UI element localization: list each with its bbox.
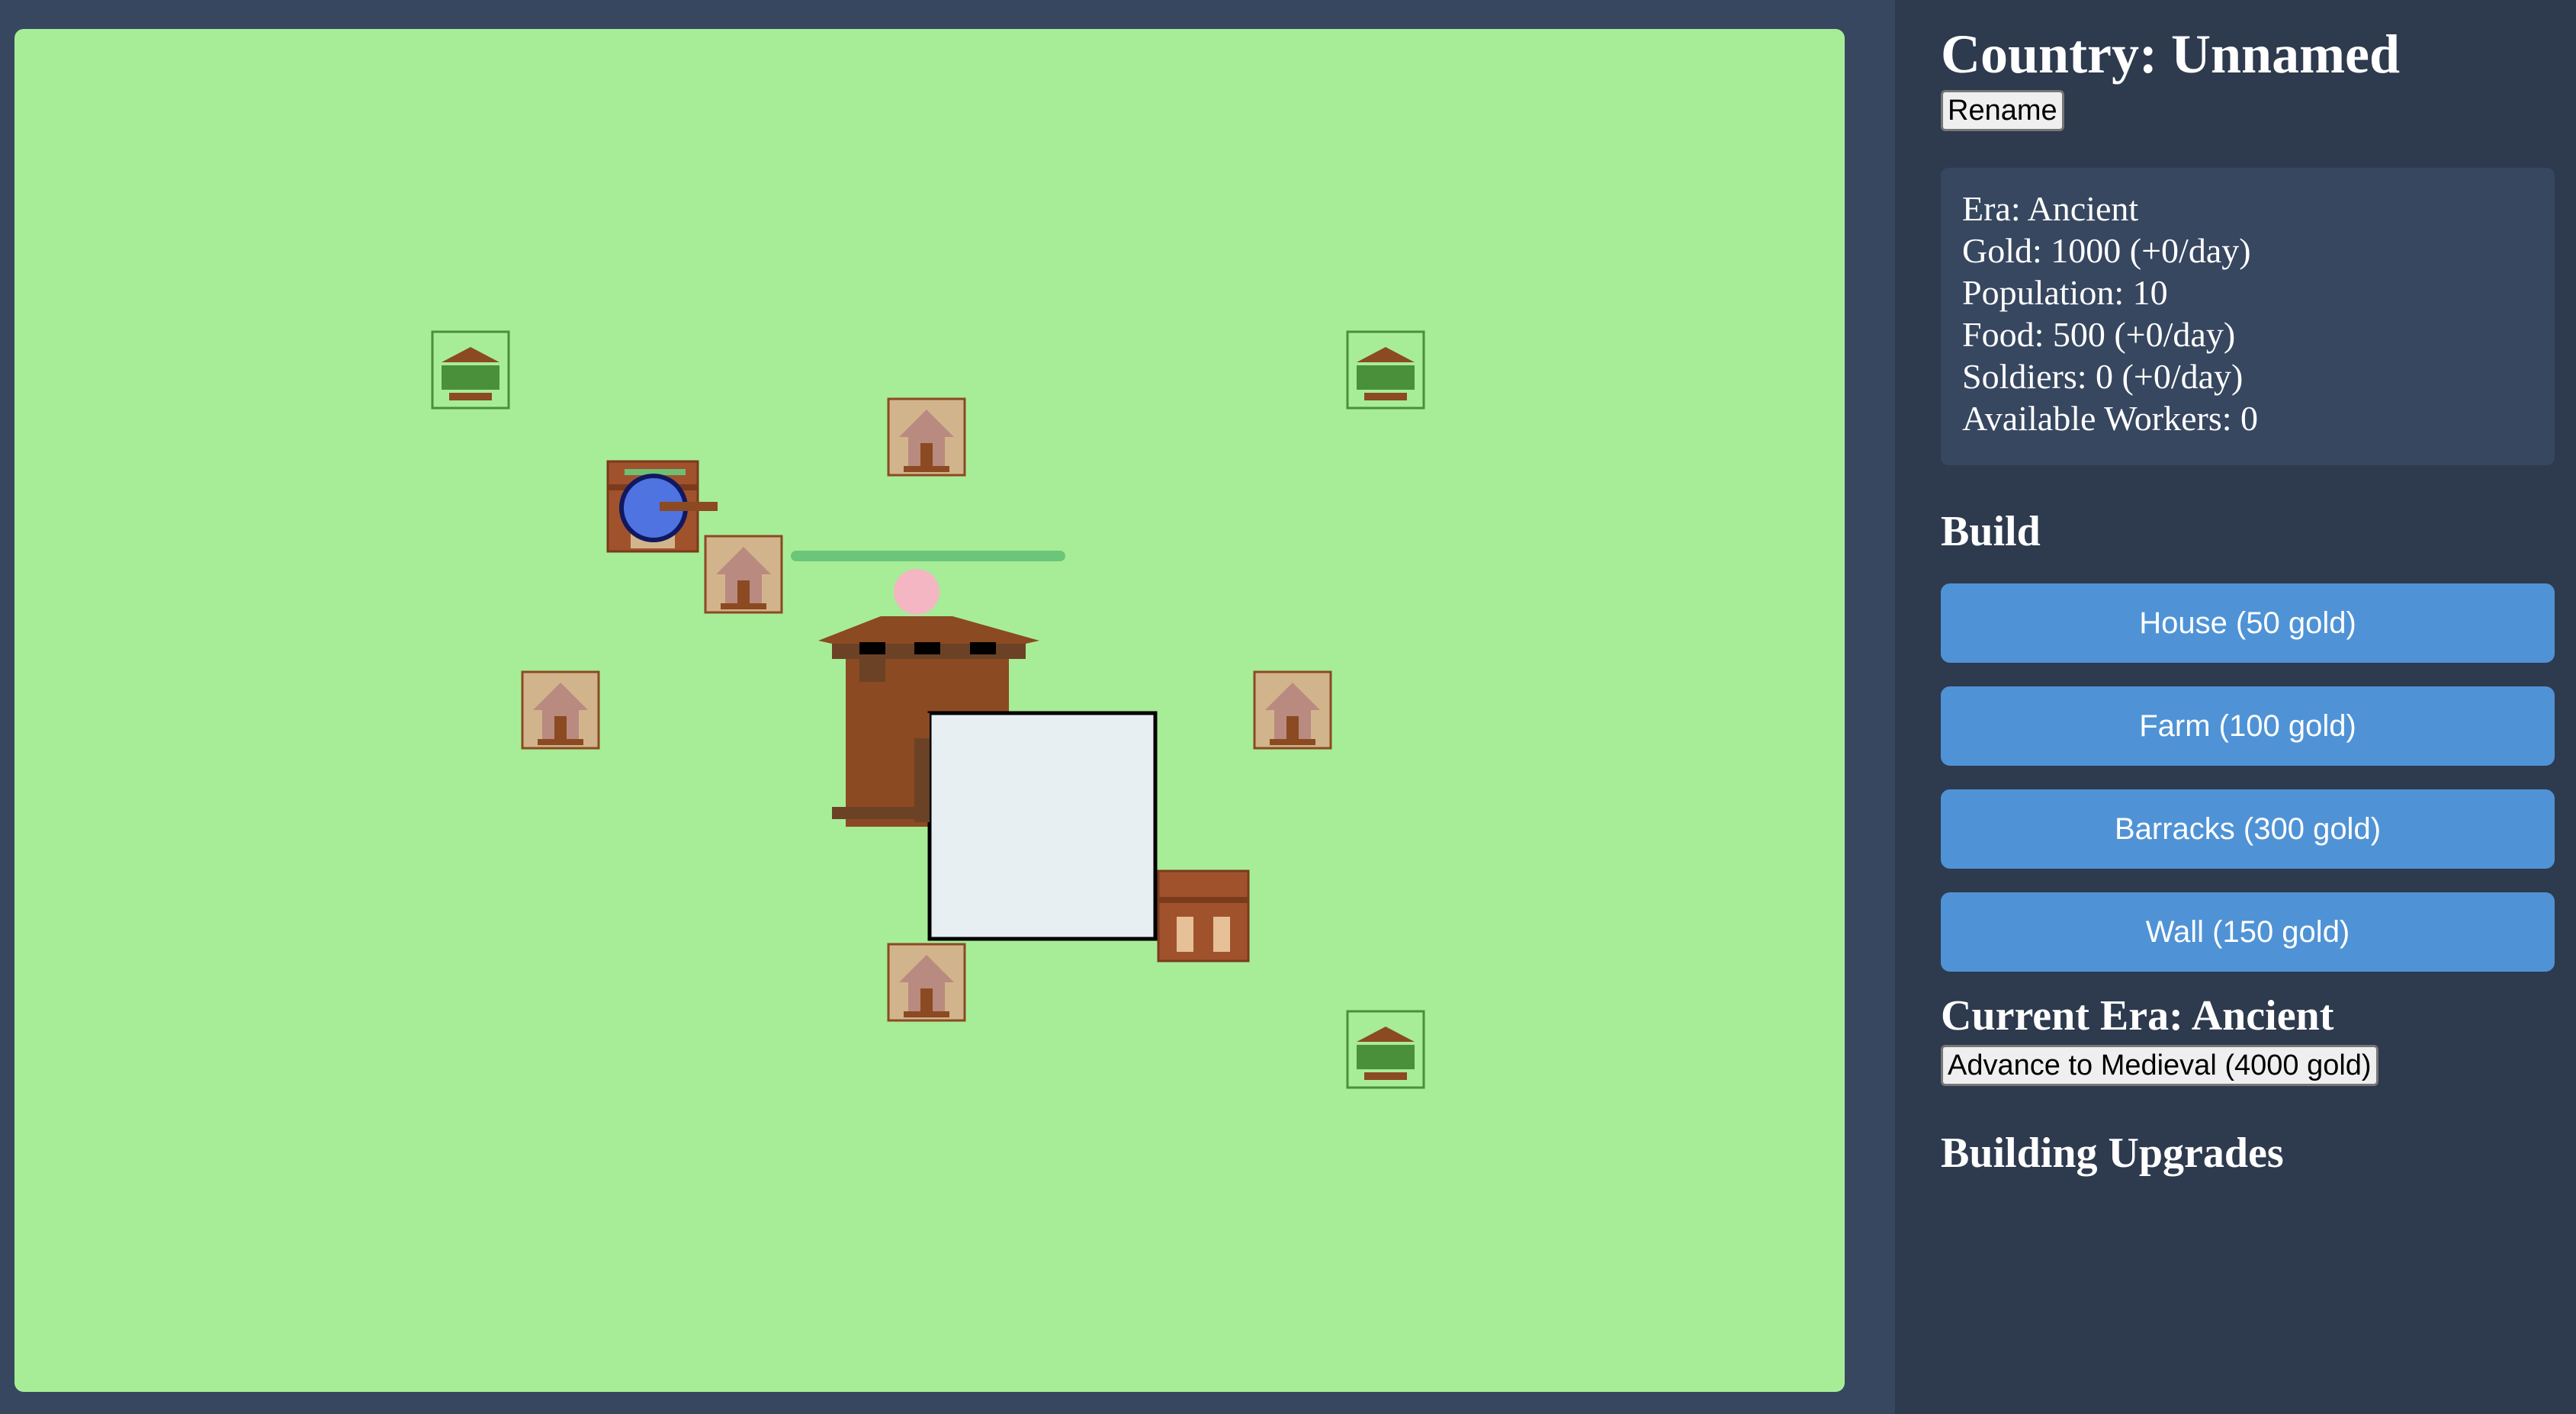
build-wall-button[interactable]: Wall (150 gold) xyxy=(1941,892,2555,972)
health-bar xyxy=(791,551,1065,561)
population-stat: Population: 10 xyxy=(1962,273,2168,312)
build-heading: Build xyxy=(1941,508,2041,555)
current-era-heading: Current Era: Ancient xyxy=(1941,992,2334,1040)
house-icon[interactable] xyxy=(887,943,966,1022)
sidebar: Country: Unnamed Rename Era: Ancient Gol… xyxy=(1895,0,2576,1414)
workers-stat: Available Workers: 0 xyxy=(1962,399,2259,438)
rename-button[interactable]: Rename xyxy=(1941,90,2064,131)
map-canvas[interactable] xyxy=(14,29,1845,1392)
soldiers-stat: Soldiers: 0 (+0/day) xyxy=(1962,357,2244,396)
house-icon[interactable] xyxy=(887,397,966,477)
selection-box xyxy=(927,711,1158,941)
house-icon[interactable] xyxy=(704,535,783,614)
farm-icon[interactable] xyxy=(1346,1010,1425,1089)
build-house-button[interactable]: House (50 gold) xyxy=(1941,583,2555,663)
game-map[interactable] xyxy=(14,29,1845,1392)
country-title: Country: Unnamed xyxy=(1941,24,2401,85)
farm-icon[interactable] xyxy=(1346,330,1425,410)
market-icon[interactable] xyxy=(1157,869,1250,962)
advance-era-button[interactable]: Advance to Medieval (4000 gold) xyxy=(1941,1045,2378,1086)
house-icon[interactable] xyxy=(521,670,600,750)
soldier-unit-icon[interactable] xyxy=(619,474,718,542)
gold-stat: Gold: 1000 (+0/day) xyxy=(1962,231,2251,270)
era-stat: Era: Ancient xyxy=(1962,189,2139,228)
house-icon[interactable] xyxy=(1253,670,1332,750)
game-root: Country: Unnamed Rename Era: Ancient Gol… xyxy=(0,0,2576,1414)
food-stat: Food: 500 (+0/day) xyxy=(1962,315,2236,354)
build-farm-button[interactable]: Farm (100 gold) xyxy=(1941,686,2555,766)
stats-panel: Era: Ancient Gold: 1000 (+0/day) Populat… xyxy=(1941,168,2555,465)
farm-icon[interactable] xyxy=(431,330,510,410)
build-barracks-button[interactable]: Barracks (300 gold) xyxy=(1941,789,2555,869)
building-upgrades-heading: Building Upgrades xyxy=(1941,1130,2284,1177)
